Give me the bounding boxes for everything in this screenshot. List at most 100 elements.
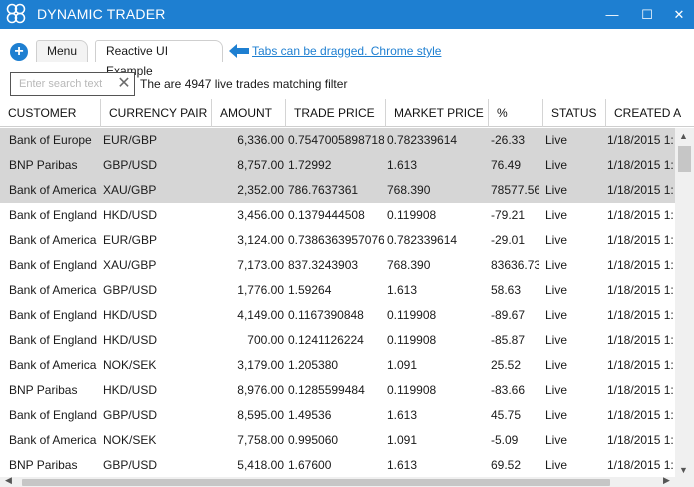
table-row[interactable]: Bank of England HKD/USD 3,456.00 0.13794445… [0,203,675,228]
cell-status: Live [545,183,568,197]
infinity-logo-icon [6,3,26,24]
cell-customer: Bank of England [9,408,98,422]
cell-status: Live [545,458,568,472]
scroll-up-icon[interactable]: ▲ [679,131,688,141]
cell-created-at: 1/18/2015 1: [607,133,674,147]
table-row[interactable]: Bank of America EUR/GBP 3,124.00 0.73863639… [0,228,675,253]
search-input[interactable]: Enter search text ✕ [10,72,135,96]
scroll-right-icon[interactable]: ▶ [663,475,670,486]
cell-customer: BNP Paribas [9,158,78,172]
column-header-currency-pair[interactable]: CURRENCY PAIR [101,99,212,127]
search-placeholder: Enter search text [19,78,103,90]
cell-created-at: 1/18/2015 1: [607,308,674,322]
scroll-down-icon[interactable]: ▼ [679,465,688,475]
cell-status: Live [545,233,568,247]
scroll-left-icon[interactable]: ◀ [5,475,12,486]
cell-percent: -5.09 [491,433,519,447]
cell-created-at: 1/18/2015 1: [607,233,674,247]
table-row[interactable]: Bank of America NOK/SEK 7,758.00 0.995060 1.… [0,428,675,453]
vertical-scrollbar[interactable]: ▲ ▼ [675,128,694,478]
column-header-percent[interactable]: % [489,99,543,127]
close-button[interactable]: ✕ [664,0,694,29]
cell-amount: 3,456.00 [237,208,284,222]
tab-reactive-ui-example[interactable]: Reactive UI Example [95,40,223,78]
cell-currency-pair: HKD/USD [103,383,158,397]
cell-amount: 1,776.00 [237,283,284,297]
cell-status: Live [545,258,568,272]
column-header-created-at[interactable]: CREATED A [606,99,694,127]
table-row[interactable]: BNP Paribas GBP/USD 5,418.00 1.67600 1.613 69… [0,453,675,478]
cell-currency-pair: HKD/USD [103,208,158,222]
column-header-customer[interactable]: CUSTOMER [0,99,101,127]
column-header-amount[interactable]: AMOUNT [212,99,286,127]
horizontal-scroll-thumb[interactable] [22,479,610,486]
cell-market-price: 0.119908 [387,308,437,322]
cell-status: Live [545,308,568,322]
cell-currency-pair: NOK/SEK [103,433,157,447]
cell-market-price: 1.613 [387,458,418,472]
cell-market-price: 0.782339614 [387,133,458,147]
cell-customer: Bank of England [9,333,98,347]
trades-grid: CUSTOMER CURRENCY PAIR AMOUNT TRADE PRIC… [0,99,694,487]
table-row[interactable]: Bank of England XAU/GBP 7,173.00 837.324390… [0,253,675,278]
cell-status: Live [545,433,568,447]
cell-market-price: 1.091 [387,433,418,447]
column-header-status[interactable]: STATUS [543,99,606,127]
horizontal-scrollbar[interactable]: ◀ ▶ [0,475,694,487]
cell-created-at: 1/18/2015 1: [607,208,674,222]
cell-market-price: 1.613 [387,408,418,422]
cell-trade-price: 0.1379444508 [288,208,365,222]
cell-status: Live [545,208,568,222]
cell-currency-pair: EUR/GBP [103,233,158,247]
title-bar: DYNAMIC TRADER — ☐ ✕ [0,0,694,29]
add-tab-button[interactable]: + [10,43,28,61]
cell-market-price: 0.119908 [387,383,437,397]
cell-status: Live [545,358,568,372]
cell-customer: Bank of England [9,208,98,222]
vertical-scroll-thumb[interactable] [678,146,691,172]
cell-customer: Bank of England [9,258,98,272]
cell-currency-pair: HKD/USD [103,333,158,347]
cell-created-at: 1/18/2015 1: [607,258,674,272]
cell-trade-price: 1.205380 [288,358,339,372]
cell-amount: 3,124.00 [237,233,284,247]
table-row[interactable]: Bank of America NOK/SEK 3,179.00 1.205380 1.… [0,353,675,378]
table-row[interactable]: Bank of America XAU/GBP 2,352.00 786.763736… [0,178,675,203]
cell-percent: -89.67 [491,308,526,322]
cell-status: Live [545,408,568,422]
cell-trade-price: 0.1241126224 [288,333,364,347]
cell-percent: -29.01 [491,233,526,247]
table-row[interactable]: BNP Paribas GBP/USD 8,757.00 1.72992 1.613 76… [0,153,675,178]
minimize-button[interactable]: — [597,0,627,29]
cell-customer: Bank of Europe [9,133,92,147]
column-header-market-price[interactable]: MARKET PRICE [386,99,489,127]
table-row[interactable]: Bank of England HKD/USD 700.00 0.1241126224… [0,328,675,353]
cell-currency-pair: GBP/USD [103,458,158,472]
table-row[interactable]: Bank of Europe EUR/GBP 6,336.00 0.754700589… [0,128,675,153]
cell-percent: 45.75 [491,408,522,422]
arrow-left-icon [229,44,249,58]
clear-search-button[interactable]: ✕ [115,74,133,94]
cell-status: Live [545,133,568,147]
cell-status: Live [545,283,568,297]
cell-market-price: 768.390 [387,183,431,197]
table-row[interactable]: Bank of England HKD/USD 4,149.00 0.11673908… [0,303,675,328]
table-row[interactable]: Bank of America GBP/USD 1,776.00 1.59264 1.6… [0,278,675,303]
drag-hint-link[interactable]: Tabs can be dragged. Chrome style [252,44,441,58]
cell-created-at: 1/18/2015 1: [607,408,674,422]
maximize-button[interactable]: ☐ [632,0,662,29]
cell-trade-price: 0.7386363957076 [288,233,384,247]
cell-percent: 78577.56 [491,183,539,197]
cell-customer: Bank of England [9,308,98,322]
table-row[interactable]: BNP Paribas HKD/USD 8,976.00 0.1285599484 0.… [0,378,675,403]
cell-customer: BNP Paribas [9,383,78,397]
cell-currency-pair: GBP/USD [103,158,158,172]
cell-created-at: 1/18/2015 1: [607,433,674,447]
cell-market-price: 0.782339614 [387,233,458,247]
tab-menu[interactable]: Menu [36,40,88,62]
app-title: DYNAMIC TRADER [37,6,166,22]
grid-rows: Bank of Europe EUR/GBP 6,336.00 0.754700589… [0,128,675,478]
column-header-trade-price[interactable]: TRADE PRICE [286,99,386,127]
cell-amount: 2,352.00 [237,183,284,197]
table-row[interactable]: Bank of England GBP/USD 8,595.00 1.49536 1.6… [0,403,675,428]
